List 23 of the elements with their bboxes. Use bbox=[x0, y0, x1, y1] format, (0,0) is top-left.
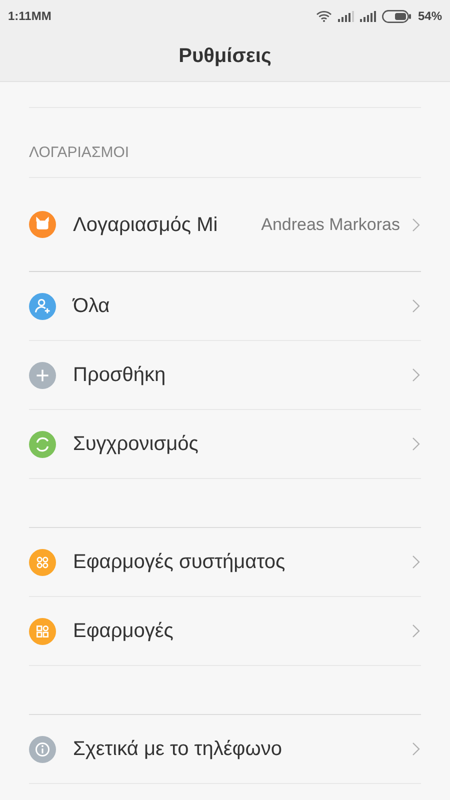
settings-item[interactable]: Λογαριασμός Mi Andreas Markoras bbox=[29, 178, 421, 272]
battery-percentage: 54% bbox=[418, 9, 442, 23]
screen-title: Ρυθμίσεις bbox=[178, 45, 272, 68]
chevron-icon bbox=[412, 624, 420, 638]
status-time: 1:11MM bbox=[8, 9, 52, 23]
settings-item[interactable]: Συγχρονισμός bbox=[29, 410, 421, 479]
chevron-icon bbox=[412, 299, 420, 313]
settings-item[interactable]: Προσθήκη bbox=[29, 341, 421, 410]
wifi-icon bbox=[316, 10, 332, 22]
settings-item[interactable]: Όλα bbox=[29, 272, 421, 341]
settings-item[interactable]: Εφαρμογές συστήματος bbox=[29, 528, 421, 597]
signal-icon bbox=[338, 10, 354, 22]
battery-icon bbox=[382, 10, 412, 22]
chevron-icon bbox=[412, 368, 420, 382]
chevron-icon bbox=[412, 742, 420, 756]
signal-icon bbox=[360, 10, 376, 22]
chevron-icon bbox=[412, 218, 420, 232]
section-header: ΛΟΓΑΡΙΑΣΜΟΙ bbox=[29, 108, 421, 178]
chevron-icon bbox=[412, 555, 420, 569]
settings-item[interactable]: Σχετικά με το τηλέφωνο bbox=[29, 715, 421, 784]
chevron-icon bbox=[412, 437, 420, 451]
settings-item[interactable]: Εφαρμογές bbox=[29, 597, 421, 666]
account-name: Andreas Markoras bbox=[260, 214, 400, 234]
